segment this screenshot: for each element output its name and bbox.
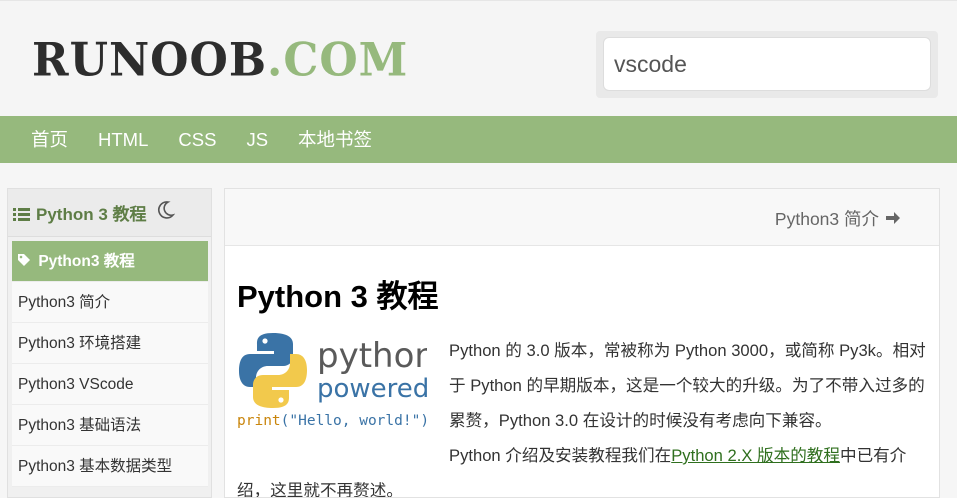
sidebar-title: Python 3 教程 [36, 205, 147, 224]
sidebar: Python 3 教程 Python3 教程 Python3 简介 Python… [7, 188, 212, 498]
python2-tutorial-link[interactable]: Python 2.X 版本的教程 [671, 446, 840, 465]
sidebar-list: Python3 教程 Python3 简介 Python3 环境搭建 Pytho… [12, 241, 208, 487]
main-content: Python3 简介 Python 3 教程 python powered pr… [224, 188, 940, 498]
para2-text-before: Python 介绍及安装教程我们在 [449, 446, 672, 465]
nav-item-js[interactable]: JS [231, 116, 283, 163]
sidebar-item-basic-syntax[interactable]: Python3 基础语法 [12, 405, 208, 446]
sidebar-item-data-types[interactable]: Python3 基本数据类型 [12, 446, 208, 487]
logo-text-dark: RUNOOB [32, 33, 268, 88]
search-box [596, 31, 938, 98]
sidebar-item-label: Python3 教程 [38, 253, 135, 270]
sidebar-header: Python 3 教程 [8, 189, 211, 237]
logo-text-green: .COM [267, 33, 409, 88]
next-page-label: Python3 简介 [774, 209, 879, 229]
sidebar-item-intro[interactable]: Python3 简介 [12, 282, 208, 323]
sidebar-item-python3-tutorial[interactable]: Python3 教程 [12, 241, 208, 282]
nav-item-css[interactable]: CSS [163, 116, 231, 163]
nav-item-home[interactable]: 首页 [16, 116, 83, 163]
search-input[interactable] [603, 37, 931, 91]
article-body: Python 的 3.0 版本，常被称为 Python 3000，或简称 Py3… [237, 333, 927, 497]
main-nav: 首页 HTML CSS JS 本地书签 [0, 116, 957, 163]
moon-icon[interactable] [157, 200, 175, 226]
nav-item-bookmarks[interactable]: 本地书签 [283, 116, 387, 163]
next-page-link[interactable]: Python3 简介 [775, 206, 901, 231]
nav-item-html[interactable]: HTML [83, 116, 163, 163]
page-title: Python 3 教程 [237, 279, 439, 314]
sidebar-item-vscode[interactable]: Python3 VScode [12, 364, 208, 405]
sidebar-item-env-setup[interactable]: Python3 环境搭建 [12, 323, 208, 364]
arrow-right-icon [885, 208, 901, 230]
site-logo[interactable]: RUNOOB .COM [32, 33, 409, 88]
pager-bar: Python3 简介 [225, 189, 939, 246]
site-header: RUNOOB .COM [0, 0, 957, 116]
tag-icon [17, 253, 38, 270]
list-icon [13, 206, 30, 221]
